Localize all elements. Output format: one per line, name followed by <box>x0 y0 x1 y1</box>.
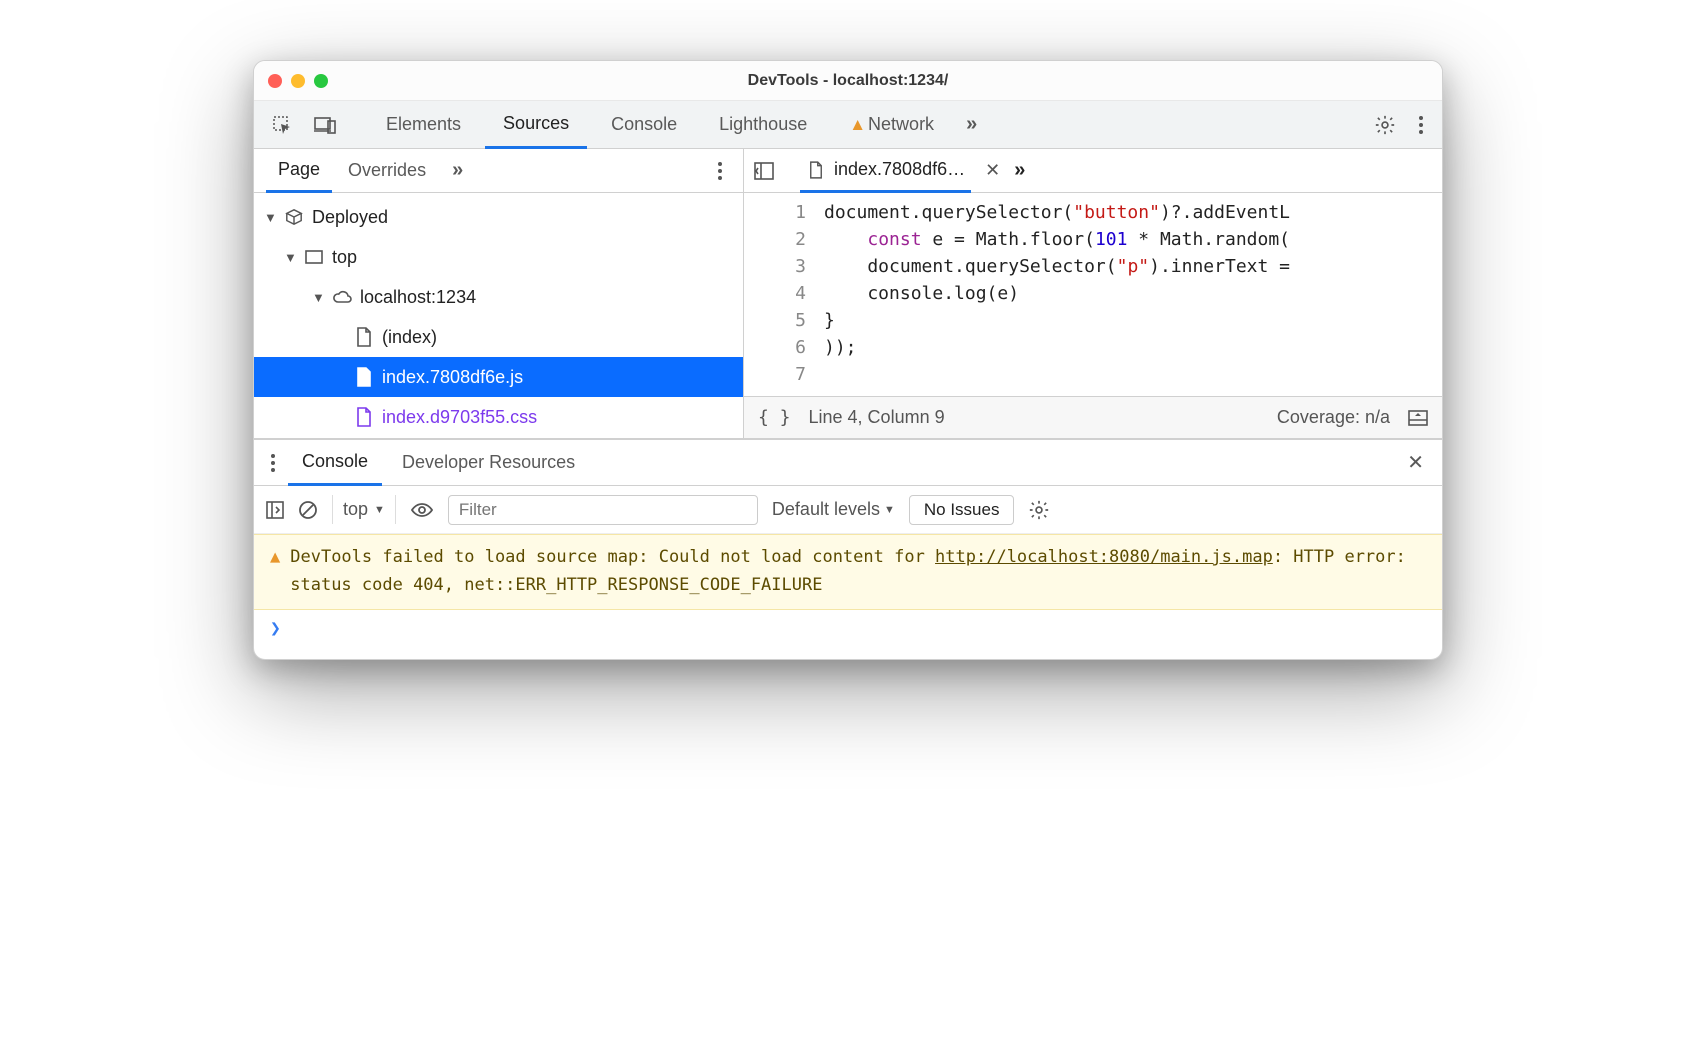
navigator-tabs: Page Overrides » <box>254 149 743 193</box>
more-editor-tabs-icon[interactable]: » <box>1014 159 1023 182</box>
box-icon <box>284 207 304 227</box>
titlebar: DevTools - localhost:1234/ <box>254 61 1442 101</box>
coverage-status: Coverage: n/a <box>1277 407 1390 428</box>
line-number: 2 <box>744 226 806 253</box>
source-map-link[interactable]: http://localhost:8080/main.js.map <box>935 547 1273 567</box>
line-number: 5 <box>744 307 806 334</box>
show-drawer-icon[interactable] <box>1408 410 1428 426</box>
issues-button[interactable]: No Issues <box>909 495 1015 525</box>
navigator-pane: Page Overrides » ▼ Deployed ▼ <box>254 149 744 438</box>
console-messages: ▲ DevTools failed to load source map: Co… <box>254 534 1442 659</box>
tree-node-host[interactable]: ▼ localhost:1234 <box>254 277 743 317</box>
console-settings-icon[interactable] <box>1028 499 1050 521</box>
line-number: 7 <box>744 361 806 388</box>
context-selector[interactable]: top ▼ <box>332 495 396 524</box>
main-tab-bar: Elements Sources Console Lighthouse ▲ Ne… <box>254 101 1442 149</box>
kebab-menu-icon[interactable] <box>1410 109 1432 141</box>
tab-sources[interactable]: Sources <box>485 102 587 149</box>
editor-tab-label: index.7808df6… <box>834 159 965 180</box>
tree-label: index.d9703f55.css <box>382 407 537 428</box>
tree-node-top[interactable]: ▼ top <box>254 237 743 277</box>
device-toolbar-icon[interactable] <box>306 110 344 140</box>
drawer-menu-icon[interactable] <box>264 453 282 473</box>
tab-network[interactable]: ▲ Network <box>831 101 952 148</box>
zoom-window-button[interactable] <box>314 74 328 88</box>
line-number: 4 <box>744 280 806 307</box>
toggle-navigator-icon[interactable] <box>754 162 774 180</box>
line-gutter: 1 2 3 4 5 6 7 <box>744 193 824 396</box>
dropdown-triangle-icon: ▼ <box>374 504 385 516</box>
console-filter-input[interactable] <box>448 495 758 525</box>
document-icon <box>354 407 374 427</box>
sources-panel: Page Overrides » ▼ Deployed ▼ <box>254 149 1442 439</box>
drawer-tab-console[interactable]: Console <box>288 441 382 486</box>
code-content: document.querySelector("button")?.addEve… <box>824 193 1290 396</box>
console-sidebar-toggle-icon[interactable] <box>266 501 284 519</box>
log-levels-label: Default levels <box>772 499 880 520</box>
line-number: 1 <box>744 199 806 226</box>
disclosure-triangle-icon: ▼ <box>312 290 324 305</box>
warning-icon: ▲ <box>849 115 866 135</box>
more-tabs-icon[interactable]: » <box>958 107 983 142</box>
frame-icon <box>304 247 324 267</box>
tree-file-index[interactable]: (index) <box>254 317 743 357</box>
warning-icon: ▲ <box>270 543 280 599</box>
tab-elements[interactable]: Elements <box>368 101 479 148</box>
console-toolbar: top ▼ Default levels ▼ No Issues <box>254 486 1442 534</box>
nav-tab-overrides[interactable]: Overrides <box>336 149 438 192</box>
pretty-print-icon[interactable]: { } <box>758 407 791 428</box>
navigator-menu-icon[interactable] <box>709 161 731 181</box>
tree-label: index.7808df6e.js <box>382 367 523 388</box>
tree-node-deployed[interactable]: ▼ Deployed <box>254 197 743 237</box>
more-nav-tabs-icon[interactable]: » <box>442 159 471 182</box>
document-icon <box>806 160 826 180</box>
inspect-element-icon[interactable] <box>264 109 300 141</box>
minimize-window-button[interactable] <box>291 74 305 88</box>
clear-console-icon[interactable] <box>298 500 318 520</box>
console-prompt[interactable]: ❯ <box>254 610 1442 659</box>
tab-console[interactable]: Console <box>593 101 695 148</box>
window-controls <box>268 74 328 88</box>
live-expression-icon[interactable] <box>410 502 434 518</box>
tree-label: localhost:1234 <box>360 287 476 308</box>
tree-label: Deployed <box>312 207 388 228</box>
disclosure-triangle-icon: ▼ <box>264 210 276 225</box>
nav-tab-page[interactable]: Page <box>266 150 332 193</box>
tree-label: top <box>332 247 357 268</box>
cloud-icon <box>332 287 352 307</box>
context-label: top <box>343 499 368 520</box>
window-title: DevTools - localhost:1234/ <box>254 72 1442 90</box>
tab-lighthouse[interactable]: Lighthouse <box>701 101 825 148</box>
editor-pane: index.7808df6… ✕ » 1 2 3 4 5 6 7 documen… <box>744 149 1442 438</box>
code-editor[interactable]: 1 2 3 4 5 6 7 document.querySelector("bu… <box>744 193 1442 396</box>
settings-icon[interactable] <box>1366 108 1404 142</box>
tree-label: (index) <box>382 327 437 348</box>
document-icon <box>354 367 374 387</box>
close-window-button[interactable] <box>268 74 282 88</box>
file-tree: ▼ Deployed ▼ top ▼ <box>254 193 743 438</box>
tree-file-js[interactable]: index.7808df6e.js <box>254 357 743 397</box>
line-number: 6 <box>744 334 806 361</box>
close-tab-icon[interactable]: ✕ <box>981 160 1004 181</box>
tree-file-css[interactable]: index.d9703f55.css <box>254 397 743 437</box>
editor-statusbar: { } Line 4, Column 9 Coverage: n/a <box>744 396 1442 438</box>
drawer-tabs: Console Developer Resources ✕ <box>254 440 1442 486</box>
disclosure-triangle-icon: ▼ <box>284 250 296 265</box>
console-warning-message: ▲ DevTools failed to load source map: Co… <box>254 534 1442 610</box>
log-levels-selector[interactable]: Default levels ▼ <box>772 499 895 520</box>
warning-text: DevTools failed to load source map: Coul… <box>290 543 1426 599</box>
tab-network-label: Network <box>868 114 934 135</box>
drawer-tab-devres[interactable]: Developer Resources <box>388 440 589 485</box>
editor-tabs: index.7808df6… ✕ » <box>744 149 1442 193</box>
dropdown-triangle-icon: ▼ <box>884 504 895 516</box>
drawer: Console Developer Resources ✕ top ▼ Defa… <box>254 439 1442 659</box>
document-icon <box>354 327 374 347</box>
line-number: 3 <box>744 253 806 280</box>
cursor-position: Line 4, Column 9 <box>809 407 945 428</box>
editor-tab[interactable]: index.7808df6… <box>800 150 971 193</box>
devtools-window: DevTools - localhost:1234/ Elements Sour… <box>253 60 1443 660</box>
close-drawer-icon[interactable]: ✕ <box>1399 450 1432 475</box>
